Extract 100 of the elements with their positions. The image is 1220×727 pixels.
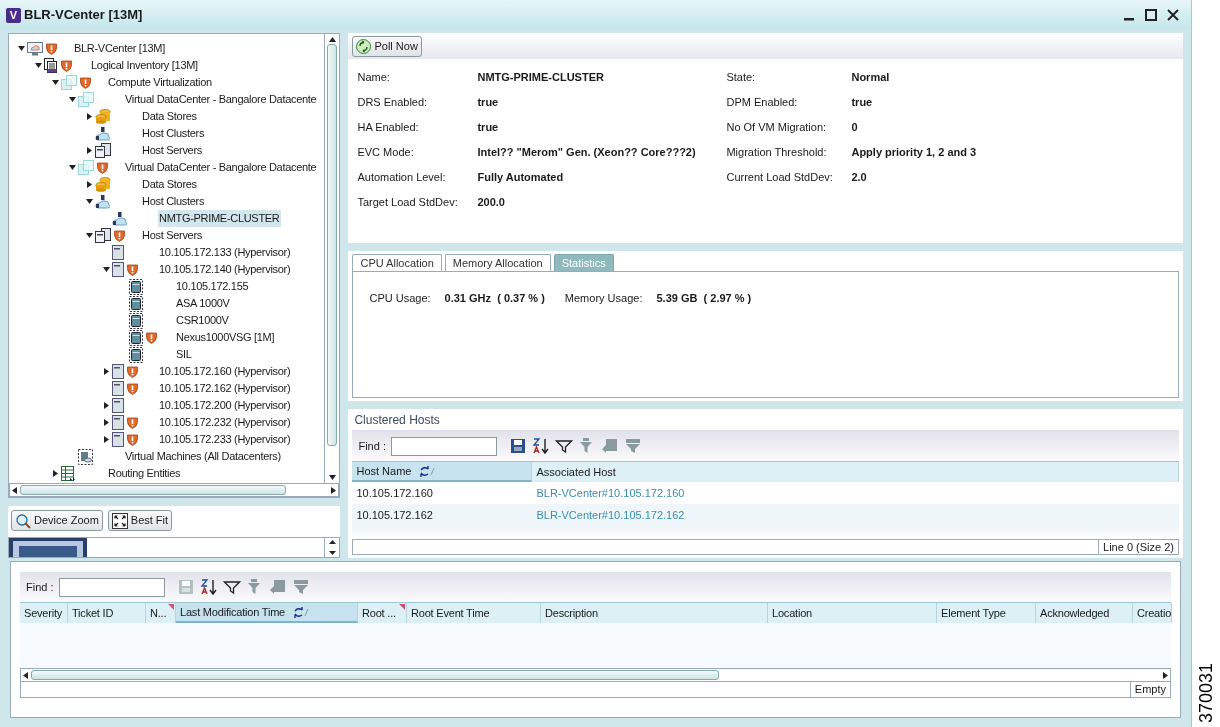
tree-item[interactable]: 10.105.172.162 (Hypervisor) bbox=[158, 380, 292, 397]
property-value: NMTG-PRIME-CLUSTER bbox=[477, 70, 605, 86]
network-cloud-icon bbox=[95, 126, 111, 141]
vertical-scrollbar[interactable] bbox=[324, 34, 340, 483]
tree-item[interactable]: Data Stores bbox=[141, 108, 198, 125]
tree-item[interactable]: Routing Entities bbox=[107, 465, 182, 482]
find-field[interactable] bbox=[58, 577, 165, 597]
tab[interactable]: CPU Allocation bbox=[352, 254, 442, 271]
expanded-arrow-icon[interactable] bbox=[103, 267, 110, 272]
expanded-arrow-icon[interactable] bbox=[52, 80, 59, 85]
scroll-left-icon[interactable] bbox=[23, 671, 28, 679]
sort-icon[interactable] bbox=[531, 437, 550, 455]
find-label: Find : bbox=[358, 438, 386, 454]
collapsed-arrow-icon[interactable] bbox=[87, 147, 92, 154]
collapsed-arrow-icon[interactable] bbox=[87, 181, 92, 188]
filter-icon[interactable] bbox=[554, 437, 573, 455]
scroll-down-icon[interactable] bbox=[328, 551, 336, 555]
server-icon bbox=[112, 415, 124, 430]
network-cloud-icon bbox=[95, 194, 111, 209]
tree-item[interactable]: Logical Inventory [13M] bbox=[90, 57, 199, 74]
tree-item[interactable]: Compute Virtualization bbox=[107, 74, 213, 91]
server-icon bbox=[112, 245, 124, 260]
tree-item[interactable]: Host Servers bbox=[141, 227, 203, 244]
property-value: 0 bbox=[851, 120, 859, 136]
server-icon bbox=[112, 364, 124, 379]
collapsed-arrow-icon[interactable] bbox=[53, 470, 58, 477]
collapsed-arrow-icon[interactable] bbox=[104, 419, 109, 426]
tree-item[interactable]: Virtual DataCenter - Bangalore Datacente bbox=[124, 91, 318, 108]
host-link[interactable]: BLR-VCenter#10.105.172.160 bbox=[532, 484, 689, 502]
property-label: DRS Enabled: bbox=[357, 95, 429, 111]
corner-flag-icon bbox=[168, 604, 174, 610]
scroll-right-icon[interactable] bbox=[1163, 671, 1168, 679]
expanded-arrow-icon[interactable] bbox=[69, 165, 76, 170]
expanded-arrow-icon[interactable] bbox=[69, 97, 76, 102]
close-icon[interactable] bbox=[1167, 9, 1179, 21]
tree-item[interactable]: NMTG-PRIME-CLUSTER bbox=[158, 210, 281, 227]
tree-item[interactable]: ASA 1000V bbox=[175, 295, 231, 312]
tree-item[interactable]: 10.105.172.232 (Hypervisor) bbox=[158, 414, 292, 431]
property-label: State: bbox=[726, 70, 757, 86]
expanded-arrow-icon[interactable] bbox=[86, 199, 93, 204]
statistic-value: 0.31 GHz ( 0.37 % ) bbox=[444, 291, 545, 306]
tab[interactable]: Memory Allocation bbox=[444, 254, 551, 271]
dashed-server-icon bbox=[129, 329, 143, 346]
stacked-squares-icon bbox=[78, 92, 94, 107]
tree-item[interactable]: Nexus1000VSG [1M] bbox=[175, 329, 276, 346]
find-field[interactable] bbox=[390, 436, 497, 456]
best-fit-button[interactable]: Best Fit bbox=[107, 510, 173, 531]
horizontal-scrollbar[interactable] bbox=[9, 483, 340, 497]
tree-item[interactable]: Host Servers bbox=[141, 142, 203, 159]
column-header[interactable]: Last Modification Time bbox=[176, 603, 358, 623]
expanded-arrow-icon[interactable] bbox=[18, 46, 25, 51]
tree-item[interactable]: Virtual DataCenter - Bangalore Datacente bbox=[124, 159, 318, 176]
tree-item[interactable]: 10.105.172.160 (Hypervisor) bbox=[158, 363, 292, 380]
scroll-right-icon[interactable] bbox=[331, 486, 337, 494]
server-icon bbox=[112, 432, 124, 447]
tree-item[interactable]: Data Stores bbox=[141, 176, 198, 193]
tree-item[interactable]: BLR-VCenter [13M] bbox=[73, 40, 166, 57]
server-icon bbox=[112, 398, 124, 413]
property-label: Current Load StdDev: bbox=[726, 170, 834, 186]
property-label: Automation Level: bbox=[357, 170, 447, 186]
save-icon[interactable] bbox=[508, 437, 527, 455]
property-value: true bbox=[851, 95, 874, 111]
property-value: true bbox=[477, 120, 500, 136]
expanded-arrow-icon[interactable] bbox=[35, 63, 42, 68]
expanded-arrow-icon[interactable] bbox=[86, 233, 93, 238]
tree-item[interactable]: Virtual Machines (All Datacenters) bbox=[124, 448, 282, 465]
horizontal-scrollbar[interactable] bbox=[20, 668, 1171, 682]
dashed-database-icon bbox=[78, 448, 93, 465]
collapsed-arrow-icon[interactable] bbox=[104, 368, 109, 375]
property-value: Intel?? "Merom" Gen. (Xeon?? Core???2) bbox=[477, 145, 697, 161]
collapsed-arrow-icon[interactable] bbox=[104, 436, 109, 443]
scroll-down-icon[interactable] bbox=[328, 475, 336, 480]
filter-icon[interactable] bbox=[222, 578, 241, 596]
scroll-up-icon[interactable] bbox=[328, 37, 336, 42]
device-zoom-button[interactable]: Device Zoom bbox=[11, 510, 103, 531]
collapsed-arrow-icon[interactable] bbox=[87, 113, 92, 120]
sort-icon[interactable] bbox=[199, 578, 218, 596]
server-icon bbox=[112, 381, 124, 396]
tree-item[interactable]: 10.105.172.133 (Hypervisor) bbox=[158, 244, 292, 261]
scroll-left-icon[interactable] bbox=[12, 486, 17, 494]
refresh-sort-icon[interactable] bbox=[293, 606, 310, 618]
column-header[interactable]: Host Name bbox=[352, 462, 533, 482]
property-value: 200.0 bbox=[477, 195, 506, 211]
tree-item[interactable]: 10.105.172.140 (Hypervisor) bbox=[158, 261, 292, 278]
tree-item[interactable]: 10.105.172.155 bbox=[175, 278, 250, 295]
table-cell-text: 10.105.172.160 bbox=[355, 485, 434, 501]
refresh-sort-icon[interactable] bbox=[419, 465, 436, 477]
property-label: HA Enabled: bbox=[357, 120, 420, 136]
property-label: No Of VM Migration: bbox=[726, 120, 828, 136]
tree-item[interactable]: Host Clusters bbox=[141, 125, 206, 142]
tree-item[interactable]: Host Clusters bbox=[141, 193, 206, 210]
maximize-icon[interactable] bbox=[1145, 9, 1157, 21]
host-link[interactable]: BLR-VCenter#10.105.172.162 bbox=[532, 506, 689, 524]
tree-item[interactable]: 10.105.172.233 (Hypervisor) bbox=[158, 431, 292, 448]
poll-now-button[interactable]: Poll Now bbox=[352, 35, 422, 57]
tree-item[interactable]: CSR1000V bbox=[175, 312, 230, 329]
collapsed-arrow-icon[interactable] bbox=[104, 402, 109, 409]
scroll-up-icon[interactable] bbox=[328, 540, 336, 544]
tree-item[interactable]: SIL bbox=[175, 346, 193, 363]
tree-item[interactable]: 10.105.172.200 (Hypervisor) bbox=[158, 397, 292, 414]
